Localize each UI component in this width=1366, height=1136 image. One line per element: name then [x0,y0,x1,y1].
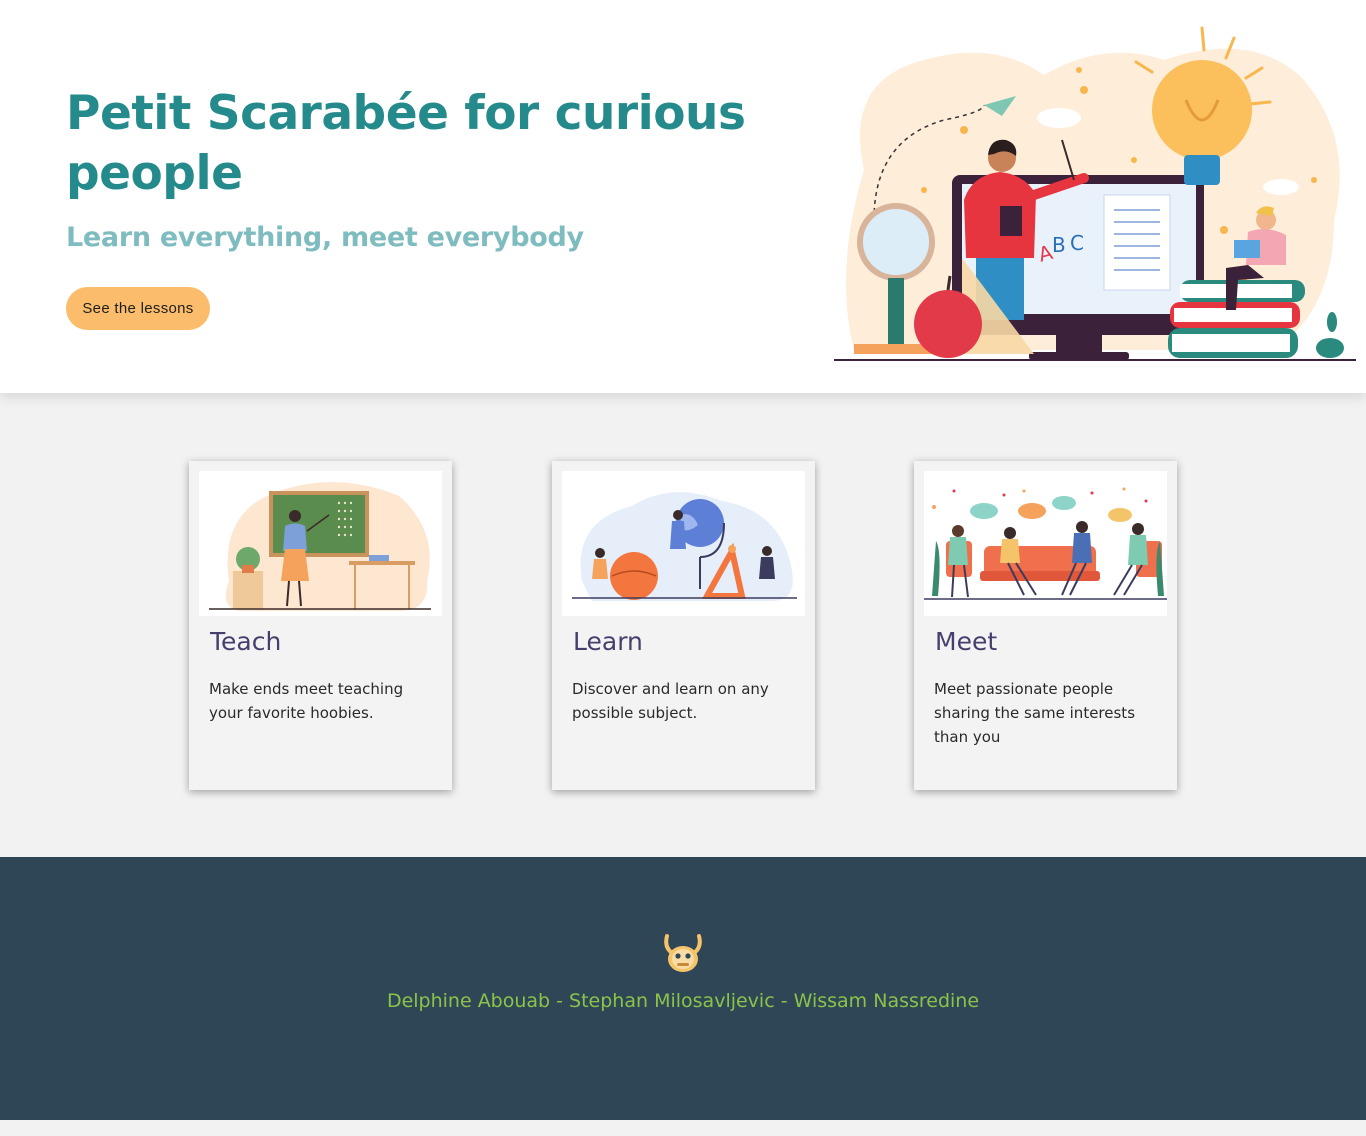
card-meet[interactable]: Meet Meet passionate people sharing the … [914,461,1177,790]
svg-text:C: C [1070,231,1084,255]
card-learn[interactable]: Learn Discover and learn on any possible… [552,461,815,790]
hero-subtitle: Learn everything, meet everybody [66,222,584,253]
card-teach-image [199,471,442,616]
card-text: Meet passionate people sharing the same … [934,680,1136,746]
card-text: Discover and learn on any possible subje… [572,680,769,722]
card-meet-image [924,471,1167,616]
scarab-logo-icon [664,934,702,972]
teacher-classroom-illustration: A B C [834,26,1356,361]
footer: Delphine Abouab - Stephan Milosavljevic … [0,857,1366,1120]
card-title: Teach [210,627,282,656]
card-learn-image [562,471,805,616]
page-title: Petit Scarabée for curious people [66,86,746,201]
card-text: Make ends meet teaching your favorite ho… [209,680,404,722]
svg-text:B: B [1052,233,1066,257]
card-title: Learn [573,627,643,656]
footer-authors: Delphine Abouab - Stephan Milosavljevic … [386,990,980,1012]
teacher-blackboard-illustration [209,482,431,611]
card-teach[interactable]: Teach Make ends meet teaching your favor… [189,461,452,790]
see-lessons-button[interactable]: See the lessons [66,287,210,330]
people-meeting-illustration [924,487,1167,600]
students-globe-illustration [572,492,797,601]
card-title: Meet [935,627,998,656]
hero-section: Petit Scarabée for curious people Learn … [0,0,1366,393]
